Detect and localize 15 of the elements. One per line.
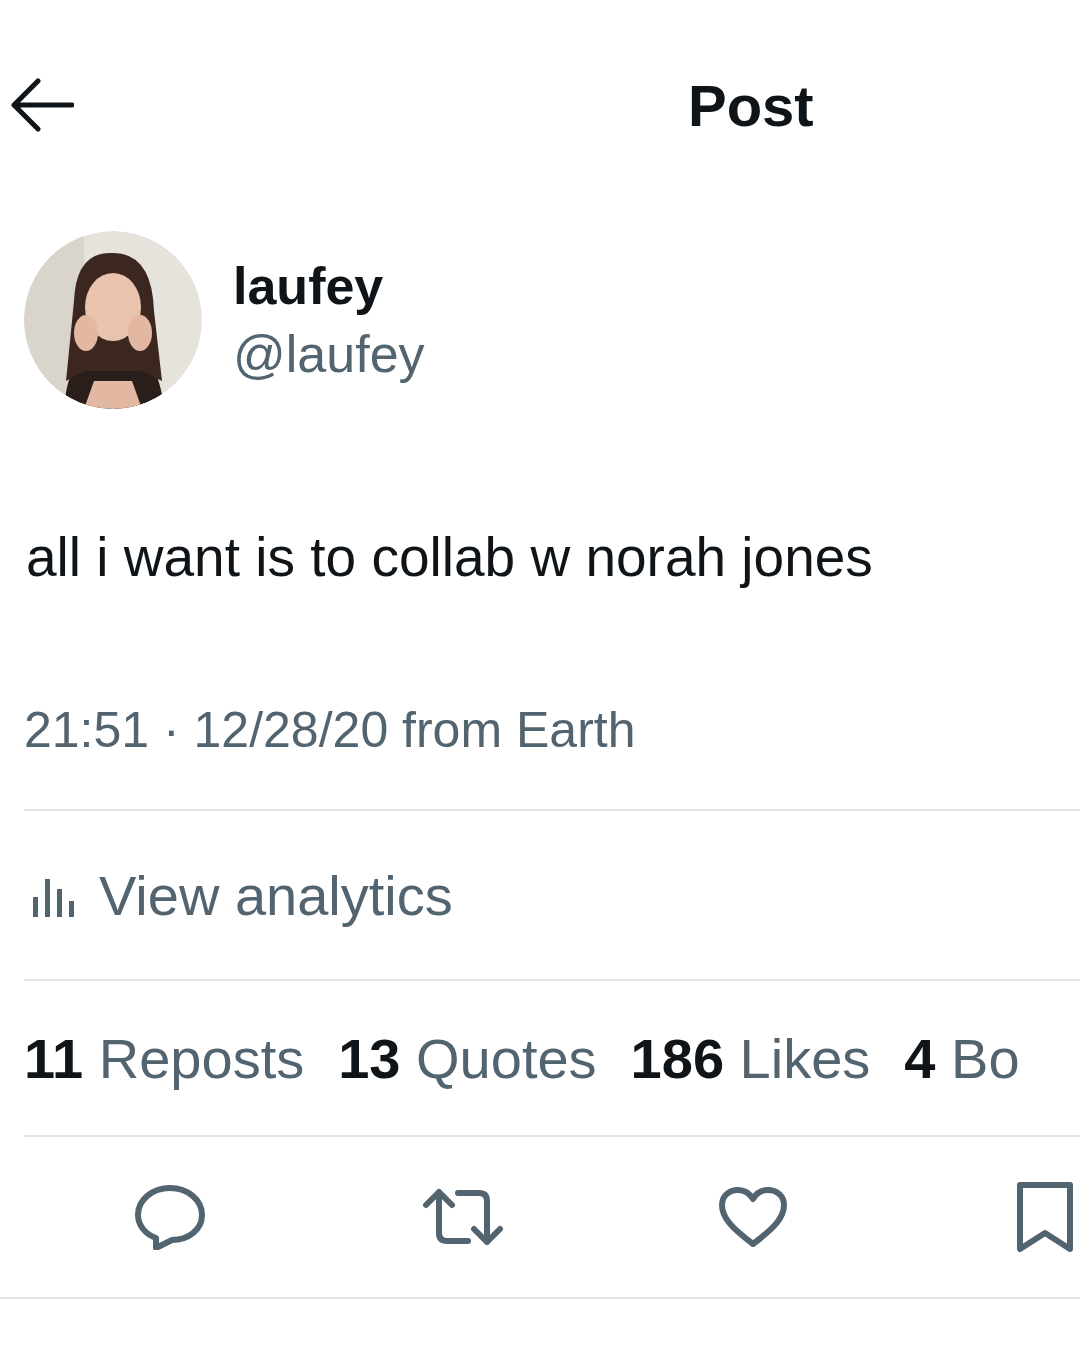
heart-icon[interactable] bbox=[718, 1186, 788, 1248]
view-analytics-link[interactable]: View analytics bbox=[99, 862, 453, 928]
bookmark-icon[interactable] bbox=[1016, 1181, 1074, 1253]
repost-icon[interactable] bbox=[422, 1187, 504, 1247]
back-icon[interactable] bbox=[8, 77, 74, 133]
reply-icon[interactable] bbox=[134, 1184, 206, 1250]
stat-count[interactable]: 4 Bo bbox=[904, 1025, 1020, 1091]
post-text: all i want is to collab w norah jones bbox=[26, 525, 874, 589]
author-name[interactable]: laufey bbox=[233, 256, 425, 316]
page-title: Post bbox=[688, 71, 814, 139]
stat-count[interactable]: 13 Quotes bbox=[338, 1025, 597, 1091]
author-handle[interactable]: @laufey bbox=[233, 324, 425, 384]
post-timestamp: 21:51 · 12/28/20 from Earth bbox=[24, 701, 637, 759]
stat-count[interactable]: 11 Reposts bbox=[24, 1025, 305, 1091]
stat-count[interactable]: 186 Likes bbox=[630, 1025, 871, 1091]
